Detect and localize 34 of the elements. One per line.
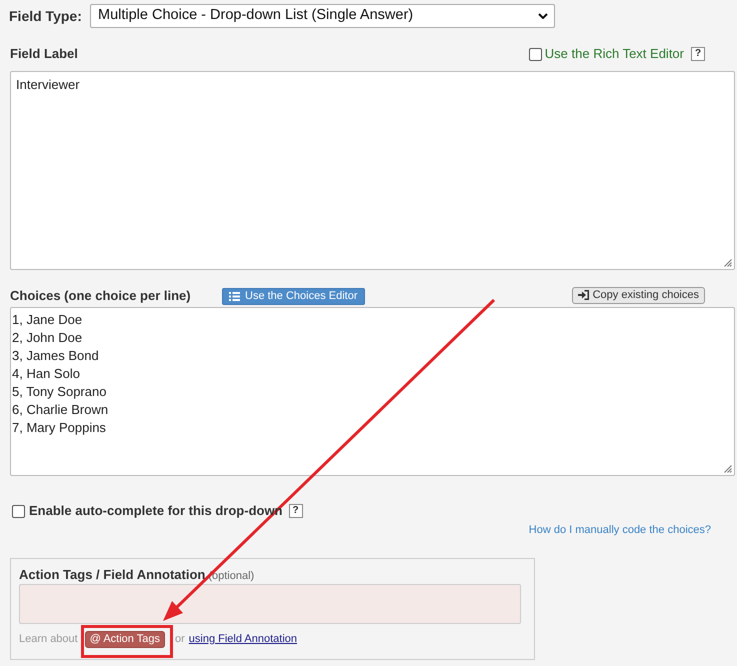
field-label-textarea[interactable]: Interviewer [10,71,735,270]
action-tags-button[interactable]: @ Action Tags [84,630,165,648]
choice-line: 3, James Bond [12,348,99,363]
choice-line: 6, Charlie Brown [12,402,108,417]
choices-editor-button[interactable]: Use the Choices Editor [222,288,364,304]
choice-line: 1, Jane Doe [12,312,82,327]
choices-label: Choices (one choice per line) [10,288,191,303]
action-tags-title: Action Tags / Field Annotation [19,567,206,583]
choice-line: 5, Tony Soprano [12,384,106,399]
manual-coding-help-link[interactable]: How do I manually code the choices? [528,523,711,537]
resize-handle-icon [724,465,732,473]
learn-about-text: Learn about [19,632,78,646]
action-tags-input[interactable] [19,584,521,624]
checkbox[interactable] [528,48,542,60]
resize-handle-icon [724,259,732,267]
field-label-heading: Field Label [10,45,78,63]
choice-line: 4, Han Solo [12,366,80,381]
choice-line: 2, John Doe [12,330,82,345]
copy-choices-button[interactable]: Copy existing choices [572,286,705,304]
optional-note: (optional) [208,569,254,584]
field-label-value: Interviewer [16,77,80,92]
chevron-down-icon [538,13,548,19]
help-button[interactable]: ? [691,47,705,61]
field-type-label: Field Type: [9,7,83,25]
choice-line: 7, Mary Poppins [12,420,106,435]
help-button[interactable]: ? [288,504,302,518]
list-icon [229,292,240,300]
choices-textarea[interactable]: 1, Jane Doe 2, John Doe 3, James Bond 4, Han Solo 5, Tony Soprano 6, Charlie Brown 7, Mary Poppins [10,307,735,476]
arrow-into-bracket-icon [578,290,589,300]
rich-text-editor-label[interactable]: Use the Rich Text Editor [544,45,684,63]
field-annotation-link[interactable]: using Field Annotation [188,632,298,646]
field-type-select[interactable]: Multiple Choice - Drop-down List (Single Answer) [90,4,555,28]
checkbox[interactable] [12,504,25,518]
or-text: or [175,632,185,646]
